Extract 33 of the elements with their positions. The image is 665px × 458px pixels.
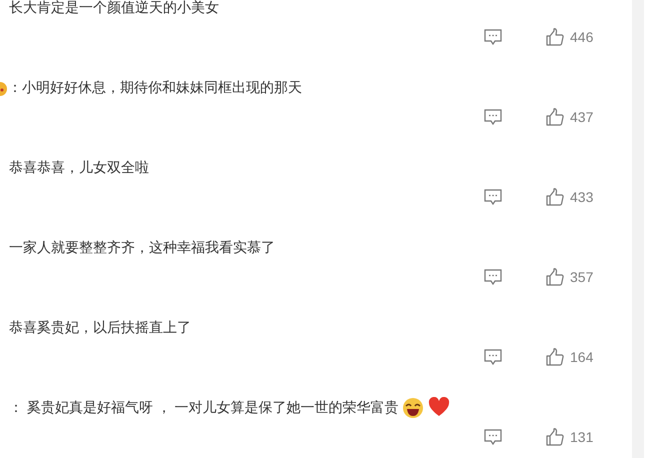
reply-button[interactable] <box>484 268 502 286</box>
thumbs-up-icon <box>546 268 564 286</box>
reply-button[interactable] <box>484 428 502 446</box>
like-button[interactable]: 164 <box>546 348 594 366</box>
thumbs-up-icon <box>546 428 564 446</box>
like-button[interactable]: 446 <box>546 28 594 46</box>
comment-text: 一家人就要整整齐齐，这种幸福我看实慕了 <box>9 239 275 257</box>
comment-text: 恭喜恭喜，儿女双全啦 <box>9 159 149 177</box>
reply-button[interactable] <box>484 108 502 126</box>
like-button[interactable]: 131 <box>546 428 594 446</box>
comment-text: ： 奚贵妃真是好福气呀 ， 一对儿女算是保了她一世的荣华富贵 <box>9 399 399 417</box>
thumbs-up-icon <box>546 188 564 206</box>
like-button[interactable]: 433 <box>546 188 594 206</box>
comment-icon <box>484 28 502 46</box>
reply-button[interactable] <box>484 188 502 206</box>
thumbs-up-icon <box>546 108 564 126</box>
heart-emoji-icon <box>428 397 450 417</box>
thumbs-up-icon <box>546 28 564 46</box>
thumbs-up-icon <box>546 348 564 366</box>
like-button[interactable]: 357 <box>546 268 594 286</box>
comment-icon <box>484 428 502 446</box>
comment-text: ：小明好好休息，期待你和妹妹同框出现的那天 <box>8 79 302 97</box>
comment-icon <box>484 108 502 126</box>
like-button[interactable]: 437 <box>546 108 594 126</box>
emoji-icon <box>0 79 7 97</box>
comment-icon <box>484 188 502 206</box>
reply-button[interactable] <box>484 28 502 46</box>
comment-icon <box>484 268 502 286</box>
comment-text: 恭喜奚贵妃，以后扶摇直上了 <box>9 319 191 337</box>
comment-text: 长大肯定是一个颜值逆天的小美女 <box>9 0 219 17</box>
laughing-emoji-icon <box>402 397 424 419</box>
comment-icon <box>484 348 502 366</box>
reply-button[interactable] <box>484 348 502 366</box>
